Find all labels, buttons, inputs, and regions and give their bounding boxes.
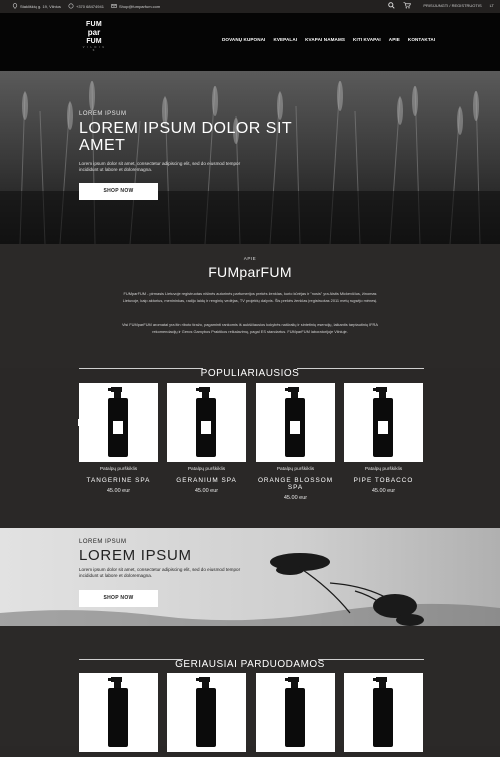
bestsellers-title: GERIAUSIAI PARDUODAMOS [175, 659, 325, 670]
hero-shop-now-button[interactable]: SHOP NOW [79, 183, 158, 200]
product-price: 45.00 eur [106, 488, 131, 494]
banner-kicker: LOREM IPSUM [79, 539, 127, 545]
divider [79, 659, 183, 660]
product-card[interactable] [167, 673, 246, 752]
logo-line-1: FUM [85, 21, 103, 28]
product-card[interactable] [256, 673, 335, 752]
bestsellers-section: GERIAUSIAI PARDUODAMOS [0, 626, 500, 752]
product-category: Patalpų purškiklis [364, 467, 403, 472]
product-image[interactable] [256, 383, 335, 462]
top-actions: PRISIJUNGTI / REGISTRUOTIS LT [388, 2, 494, 9]
phone-icon [68, 3, 74, 9]
spray-bottle-image [108, 677, 128, 747]
logo-line-2: par [87, 28, 101, 37]
product-card[interactable] [344, 673, 423, 752]
phone-item[interactable]: +370 68474941 [68, 3, 104, 9]
product-name[interactable]: ORANGE BLOSSOM SPA [256, 477, 335, 491]
hero-section: LOREM IPSUM LOREM IPSUM DOLOR SIT AMET L… [0, 71, 500, 244]
product-name[interactable]: TANGERINE SPA [79, 477, 158, 484]
product-image[interactable] [344, 383, 423, 462]
banner-title: LOREM IPSUM [79, 547, 192, 564]
product-image[interactable] [344, 673, 423, 752]
spray-bottle-image [285, 677, 305, 747]
nav-item-contacts[interactable]: KONTAKTAI [408, 37, 435, 42]
product-name[interactable]: PIPE TOBACCO [344, 477, 423, 484]
divider [318, 659, 424, 660]
about-paragraph-2: Visi FUMparFUM aromatai yra itin riboto … [122, 322, 378, 334]
hero-content: LOREM IPSUM LOREM IPSUM DOLOR SIT AMET L… [79, 111, 319, 200]
nav-item-gift-cards[interactable]: DOVANŲ KUPONAI [222, 37, 265, 42]
location-icon [12, 3, 18, 9]
main-header: FUM par FUM V I L N I U S DOVANŲ KUPONAI… [0, 13, 500, 71]
product-price: 45.00 eur [283, 495, 308, 501]
about-paragraph-1: FUMparFUM - pirmasis Lietuvoje registruo… [122, 291, 378, 303]
divider [79, 368, 203, 369]
product-category: Patalpų purškiklis [99, 467, 138, 472]
logo-bottom: V I L N I U S [82, 46, 106, 52]
about-section: APIE FUMparFUM FUMparFUM - pirmasis Liet… [0, 244, 500, 368]
top-bar: Stakliškių g. 19, Vilnius +370 68474941 … [0, 0, 500, 13]
product-card[interactable]: Patalpų purškiklis TANGERINE SPA 45.00 e… [79, 383, 158, 494]
email-item[interactable]: Shop@fumparfum.com [111, 3, 160, 9]
product-card[interactable] [79, 673, 158, 752]
logo-line-3: FUM [86, 38, 102, 45]
popular-heading: POPULIARIAUSIOS [0, 363, 500, 381]
product-card[interactable]: Patalpų purškiklis ORANGE BLOSSOM SPA 45… [256, 383, 335, 501]
promo-banner: LOREM IPSUM LOREM IPSUM Lorem ipsum dolo… [0, 528, 500, 626]
search-icon[interactable] [388, 2, 396, 9]
popular-carousel: ‹ › Patalpų purškiklis TANGERINE SPA 45.… [0, 383, 500, 523]
product-card[interactable]: Patalpų purškiklis PIPE TOBACCO 45.00 eu… [344, 383, 423, 494]
spray-bottle-image [108, 387, 128, 457]
nav-item-about[interactable]: APIE [389, 37, 400, 42]
divider [297, 368, 424, 369]
banner-text: Lorem ipsum dolor sit amet, consectetur … [79, 567, 241, 578]
address-text: Stakliškių g. 19, Vilnius [20, 3, 61, 9]
banner-background-image [0, 528, 500, 626]
product-name[interactable]: GERANIUM SPA [167, 477, 246, 484]
about-kicker: APIE [243, 256, 257, 261]
language-select[interactable]: LT [490, 3, 494, 8]
product-image[interactable] [79, 673, 158, 752]
login-link[interactable]: PRISIJUNGTI / REGISTRUOTIS [423, 3, 481, 8]
spray-bottle-image [196, 387, 216, 457]
spray-bottle-image [285, 387, 305, 457]
cart-icon[interactable] [403, 2, 412, 9]
product-card[interactable]: Patalpų purškiklis GERANIUM SPA 45.00 eu… [167, 383, 246, 494]
phone-text[interactable]: +370 68474941 [76, 4, 104, 9]
product-image[interactable] [167, 673, 246, 752]
hero-text: Lorem ipsum dolor sit amet, consectetur … [79, 161, 241, 172]
nav-item-home-scents[interactable]: KVAPAI NAMAMS [305, 37, 345, 42]
product-image[interactable] [79, 383, 158, 462]
logo[interactable]: FUM par FUM V I L N I U S [82, 21, 106, 52]
mail-icon [111, 4, 117, 8]
hero-kicker: LOREM IPSUM [79, 111, 127, 117]
nav-item-other-scents[interactable]: KITI KVAPAI [353, 37, 381, 42]
product-image[interactable] [167, 383, 246, 462]
product-image[interactable] [256, 673, 335, 752]
banner-shop-now-button[interactable]: SHOP NOW [79, 590, 158, 607]
main-nav: DOVANŲ KUPONAI KVEPALAI KVAPAI NAMAMS KI… [222, 37, 443, 42]
hero-title: LOREM IPSUM DOLOR SIT AMET [79, 120, 292, 154]
bestsellers-heading: GERIAUSIAI PARDUODAMOS [0, 654, 500, 672]
banner-content: LOREM IPSUM LOREM IPSUM Lorem ipsum dolo… [79, 539, 249, 607]
address-item: Stakliškių g. 19, Vilnius [12, 3, 61, 9]
product-category: Patalpų purškiklis [276, 467, 315, 472]
product-price: 45.00 eur [194, 488, 219, 494]
product-price: 45.00 eur [371, 488, 396, 494]
spray-bottle-image [373, 387, 393, 457]
spray-bottle-image [373, 677, 393, 747]
product-category: Patalpų purškiklis [187, 467, 226, 472]
nav-item-perfumes[interactable]: KVEPALAI [273, 37, 297, 42]
popular-title: POPULIARIAUSIOS [200, 368, 300, 379]
email-text[interactable]: Shop@fumparfum.com [119, 4, 160, 9]
spray-bottle-image [196, 677, 216, 747]
about-title: FUMparFUM [208, 264, 292, 280]
